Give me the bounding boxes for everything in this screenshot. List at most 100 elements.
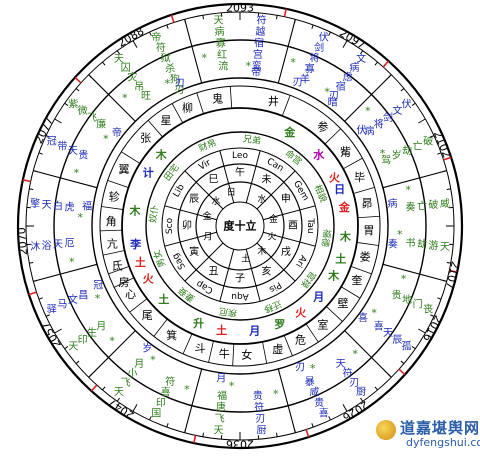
- sector-text: 符: [156, 41, 166, 54]
- star-marker: *: [371, 307, 377, 320]
- star-marker: *: [77, 211, 83, 224]
- mansion-label: 鬼: [212, 91, 223, 105]
- palace-label: 男女: [150, 248, 168, 269]
- sector-text: 地: [402, 293, 412, 306]
- sector-text: 帝: [151, 30, 161, 43]
- sector-text: 亡: [413, 139, 423, 152]
- planet-label: 土: [158, 292, 169, 306]
- sector-text: 将: [374, 119, 384, 131]
- sector-text: 浴: [42, 240, 52, 252]
- branch-label: 酉: [288, 221, 298, 232]
- sector-text: 国: [151, 408, 161, 420]
- sector-text: 亡: [417, 199, 427, 212]
- mansion-spoke: [263, 342, 267, 364]
- sector-text: 病: [215, 25, 225, 38]
- ring-mark: 刃: [293, 78, 303, 89]
- degree-tick: [276, 433, 277, 437]
- mansion-spoke: [101, 207, 123, 210]
- hub-planet: 月: [204, 232, 213, 243]
- ring-mark: 病: [388, 197, 398, 210]
- branch-label: 未: [262, 174, 272, 186]
- year-label: 2088: [116, 25, 147, 50]
- degree-tick: [412, 346, 415, 348]
- red-year-tick: [75, 77, 81, 82]
- branch-label: 巳: [209, 174, 219, 186]
- site-logo[interactable]: 道嘉堪舆网 dyfengshui.com: [374, 416, 474, 452]
- degree-tick: [39, 298, 43, 299]
- taiji-logo-icon: [376, 420, 396, 440]
- palace-label: 迁移: [262, 298, 283, 316]
- mansion-label: 虚: [272, 343, 283, 356]
- sector-text: 寡: [305, 62, 315, 75]
- mansion-label: 毕: [354, 171, 365, 184]
- sector-text: 劫: [402, 144, 412, 157]
- palace-label: 相貌: [312, 183, 330, 204]
- palace-label: 财帛: [197, 136, 218, 154]
- sector-text: 宫: [253, 48, 263, 61]
- degree-tick: [375, 387, 378, 390]
- sector-text: 天: [336, 359, 346, 370]
- planet-label: 日: [334, 183, 345, 196]
- degree-tick: [29, 189, 33, 190]
- star-marker: *: [401, 273, 407, 286]
- sign-label: Cap: [195, 278, 215, 296]
- planet-label: 木: [327, 268, 340, 282]
- star-marker: *: [352, 347, 358, 360]
- degree-tick: [418, 119, 425, 123]
- hub-planet: 水: [211, 195, 220, 207]
- mansion-label: 壁: [338, 296, 349, 310]
- mansion-label: 心: [125, 288, 136, 301]
- palace-label: 田宅: [161, 162, 182, 184]
- star-marker: *: [229, 379, 235, 392]
- astrolabe-wheel: 2093209721022107201620262036204720572070…: [0, 0, 480, 458]
- red-year-tick: [284, 9, 286, 17]
- degree-tick: [203, 433, 204, 437]
- sector-text: 冠: [47, 136, 57, 148]
- star-marker: *: [109, 335, 115, 348]
- mansion-spoke: [233, 344, 234, 366]
- sector-spoke: [185, 19, 202, 83]
- degree-tick: [203, 15, 204, 19]
- star-marker: *: [310, 362, 316, 375]
- sector-text: 丧: [423, 303, 433, 315]
- sector-text: 威: [440, 197, 450, 210]
- hub-planet: 木: [257, 245, 266, 257]
- sector-text: 天: [383, 328, 393, 339]
- star-marker: *: [397, 228, 403, 241]
- sign-label: Aqu: [231, 291, 248, 301]
- mansion-label: 危: [295, 333, 306, 346]
- sector-text: 奏: [406, 202, 416, 214]
- sector-text: 天: [440, 242, 450, 253]
- mansion-label: 昴: [362, 197, 373, 210]
- sign-label: Sco: [165, 217, 175, 234]
- branch-label: 寅: [189, 245, 199, 258]
- sector-text: 天: [42, 200, 52, 211]
- sector-text: 符: [257, 14, 267, 27]
- hub-planet: 日: [227, 187, 236, 198]
- mansion-label: 房: [119, 276, 130, 289]
- year-label: 2036: [226, 438, 254, 451]
- degree-tick: [329, 416, 331, 420]
- mansion-label: 箕: [166, 328, 177, 342]
- mansion-label: 星: [161, 114, 172, 127]
- sector-text: 福: [217, 389, 227, 402]
- ring-mark: 冠: [93, 280, 103, 292]
- red-year-tick: [171, 15, 173, 23]
- sector-spoke: [33, 171, 97, 188]
- sector-text: 飞: [215, 414, 225, 425]
- degree-tick: [29, 262, 33, 263]
- logo-name: 道嘉堪舆网: [400, 417, 480, 438]
- star-marker: *: [150, 354, 156, 367]
- branch-label: 卯: [182, 220, 192, 232]
- planet-label: 木: [129, 204, 142, 218]
- sector-text: 流: [218, 59, 228, 72]
- sector-text: 厄: [64, 237, 74, 249]
- planet-label: 月: [248, 324, 260, 337]
- star-marker: *: [165, 77, 171, 90]
- sector-spoke: [383, 171, 447, 188]
- degree-tick: [437, 298, 441, 299]
- sector-text: 旺: [141, 91, 151, 102]
- year-label: 2057: [39, 320, 64, 351]
- red-year-tick: [306, 430, 308, 438]
- planet-label: 土: [135, 255, 146, 269]
